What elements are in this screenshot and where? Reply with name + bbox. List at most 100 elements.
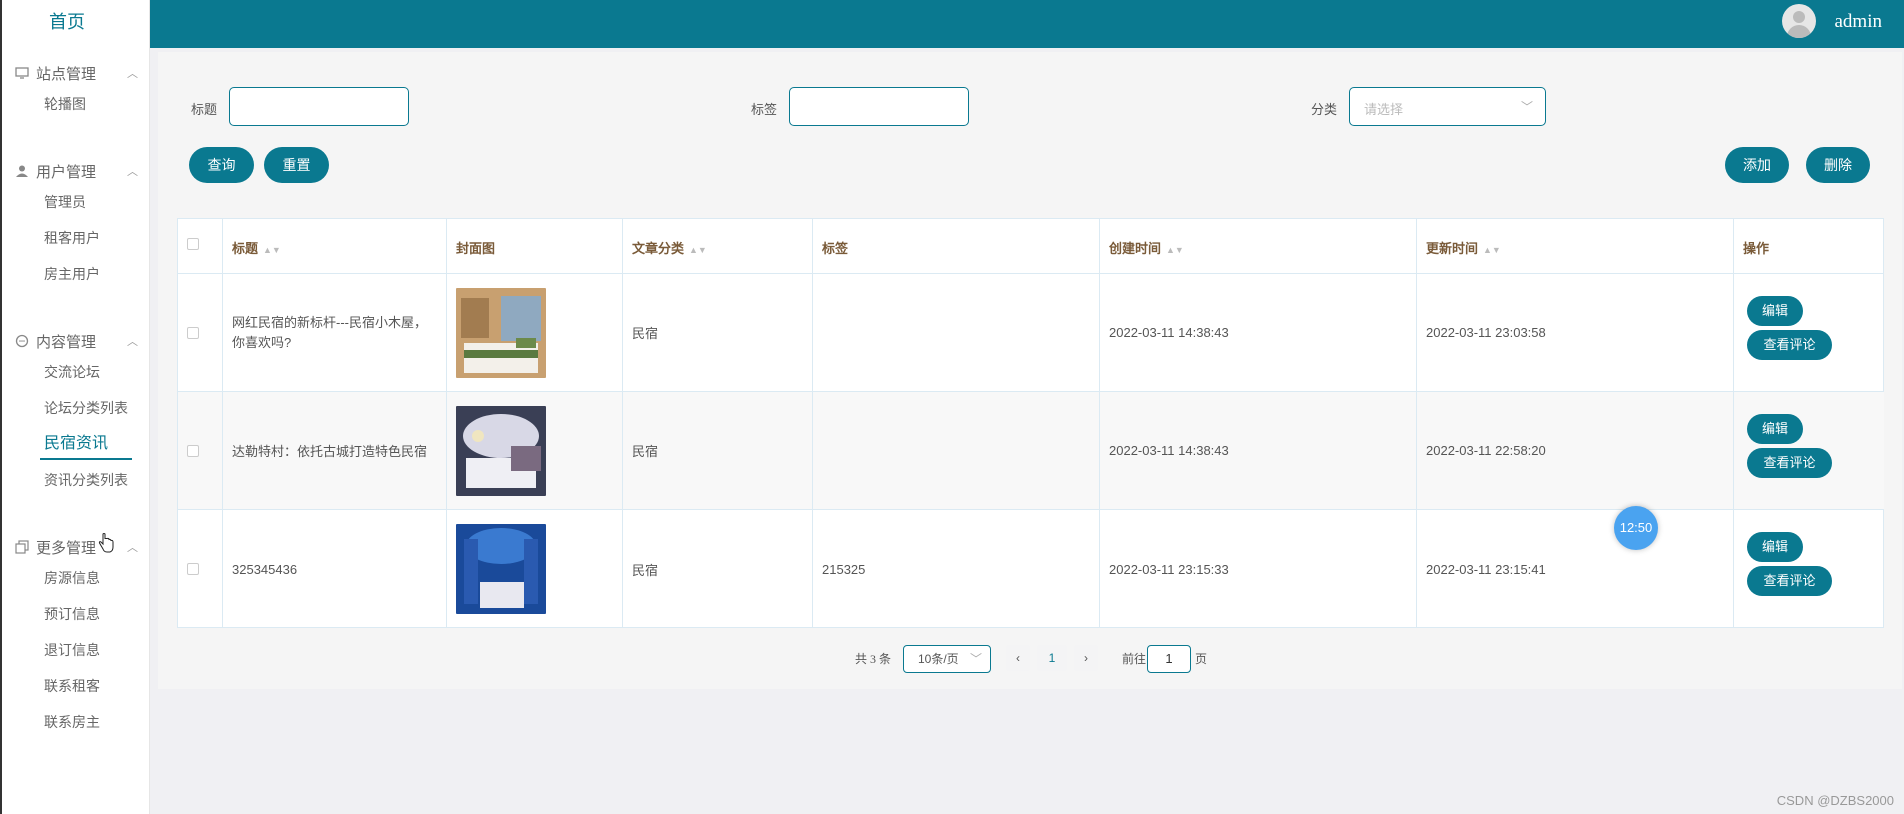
- table-cell-updated: 2022-03-11 22:58:20: [1417, 392, 1734, 510]
- cover-image[interactable]: [456, 524, 546, 614]
- cover-image[interactable]: [456, 405, 546, 496]
- category-select-placeholder: 请选择: [1364, 102, 1404, 117]
- table-cell-updated: 2022-03-11 23:03:58: [1417, 274, 1734, 392]
- goto-page-input[interactable]: 1: [1147, 645, 1191, 673]
- title-filter-input[interactable]: [229, 87, 409, 126]
- pagination-total: 共 3 条: [855, 652, 892, 666]
- sidebar-item-forum-categories[interactable]: 论坛分类列表: [2, 390, 152, 426]
- table-cell-created: 2022-03-11 14:38:43: [1100, 274, 1417, 392]
- row-checkbox[interactable]: [187, 444, 199, 457]
- menu-group-site-label: 站点管理: [36, 65, 97, 83]
- sidebar-item-homestay-news[interactable]: 民宿资讯: [2, 426, 152, 462]
- menu-group-site-head[interactable]: 站点管理 ︿: [2, 60, 152, 86]
- sidebar-item-admins[interactable]: 管理员: [2, 184, 152, 220]
- table-cell-category: 民宿: [623, 274, 813, 392]
- tag-filter-input[interactable]: [789, 87, 969, 126]
- prev-page-button[interactable]: ‹: [1006, 645, 1030, 671]
- next-page-button[interactable]: ›: [1074, 645, 1098, 671]
- sidebar-item-contact-tenant[interactable]: 联系租客: [2, 668, 152, 704]
- table-row-checkbox-cell: [178, 274, 223, 392]
- watermark: CSDN @DZBS2000: [1776, 793, 1894, 808]
- chevron-down-icon: ﹀: [969, 652, 982, 666]
- table-cell-tag: 215325: [813, 510, 1100, 628]
- table-cell-category: 民宿: [623, 392, 813, 510]
- home-link[interactable]: 首页: [2, 8, 132, 34]
- table-cell-cover: [447, 392, 623, 510]
- table-cell-cover: [447, 274, 623, 392]
- goto-prefix: 前往: [1122, 652, 1147, 666]
- user-icon: [14, 163, 30, 179]
- column-header-updated[interactable]: 更新时间 ▲▼: [1417, 219, 1734, 274]
- column-header-tag: 标签: [813, 219, 1100, 274]
- view-comments-button[interactable]: 查看评论: [1747, 566, 1832, 596]
- chevron-up-icon: ︿: [127, 166, 138, 178]
- menu-group-content-label: 内容管理: [36, 333, 97, 351]
- column-header-category[interactable]: 文章分类 ▲▼: [623, 219, 813, 274]
- select-all-checkbox[interactable]: [187, 238, 199, 250]
- table-cell-title: 网红民宿的新标杆---民宿小木屋，你喜欢吗?: [223, 274, 447, 392]
- table-cell-title: 达勒特村：依托古城打造特色民宿: [223, 392, 447, 510]
- chevron-up-icon: ︿: [127, 68, 138, 80]
- delete-button[interactable]: 删除: [1806, 147, 1870, 183]
- sort-icon: ▲▼: [1483, 245, 1501, 255]
- view-comments-button[interactable]: 查看评论: [1747, 448, 1832, 478]
- table-cell-cover: [447, 510, 623, 628]
- edit-button[interactable]: 编辑: [1747, 414, 1803, 444]
- table-row-checkbox-cell: [178, 510, 223, 628]
- column-header-title[interactable]: 标题 ▲▼: [223, 219, 447, 274]
- sidebar-item-tenants[interactable]: 租客用户: [2, 220, 152, 256]
- menu-group-site: 站点管理 ︿ 轮播图: [2, 60, 152, 122]
- sidebar-item-carousel[interactable]: 轮播图: [2, 86, 152, 122]
- table-cell-actions: 编辑 查看评论: [1734, 274, 1884, 392]
- chevron-up-icon: ︿: [127, 336, 138, 348]
- menu-group-more-head[interactable]: 更多管理 ︿: [2, 534, 152, 560]
- menu-group-more: 更多管理 ︿ 房源信息 预订信息 退订信息 联系租客 联系房主: [2, 534, 152, 740]
- reset-button[interactable]: 重置: [264, 147, 329, 183]
- sidebar-item-bookings[interactable]: 预订信息: [2, 596, 152, 632]
- chat-icon: [14, 333, 30, 349]
- avatar[interactable]: [1782, 4, 1816, 38]
- copy-icon: [14, 539, 30, 555]
- row-checkbox[interactable]: [187, 563, 199, 575]
- view-comments-button[interactable]: 查看评论: [1747, 330, 1832, 360]
- menu-group-users: 用户管理 ︿ 管理员 租客用户 房主用户: [2, 158, 152, 292]
- sidebar: 首页 站点管理 ︿ 轮播图 用户管理 ︿ 管理员 租客用户 房主用户 内容管理 …: [0, 0, 150, 814]
- category-select[interactable]: 请选择 ﹀: [1349, 87, 1546, 126]
- sidebar-item-cancellations[interactable]: 退订信息: [2, 632, 152, 668]
- menu-group-users-head[interactable]: 用户管理 ︿: [2, 158, 152, 184]
- add-button[interactable]: 添加: [1725, 147, 1789, 183]
- table-cell-actions: 编辑 查看评论: [1734, 510, 1884, 628]
- top-bar: admin: [150, 0, 1904, 48]
- sidebar-item-contact-landlord[interactable]: 联系房主: [2, 704, 152, 740]
- title-filter-label: 标题: [191, 102, 218, 117]
- sidebar-item-listings[interactable]: 房源信息: [2, 560, 152, 596]
- column-header-cover: 封面图: [447, 219, 623, 274]
- table-cell-actions: 编辑 查看评论: [1734, 392, 1884, 510]
- table-row-checkbox-cell: [178, 392, 223, 510]
- query-button[interactable]: 查询: [189, 147, 254, 183]
- column-header-actions: 操作: [1734, 219, 1884, 274]
- chevron-down-icon: ﹀: [1520, 100, 1533, 114]
- menu-group-content-head[interactable]: 内容管理 ︿: [2, 328, 152, 354]
- chevron-up-icon: ︿: [127, 542, 138, 554]
- table-cell-tag: [813, 392, 1100, 510]
- page-number-current[interactable]: 1: [1037, 645, 1067, 671]
- sidebar-item-forum[interactable]: 交流论坛: [2, 354, 152, 390]
- sort-icon: ▲▼: [1166, 245, 1184, 255]
- sidebar-item-landlords[interactable]: 房主用户: [2, 256, 152, 292]
- table-cell-created: 2022-03-11 23:15:33: [1100, 510, 1417, 628]
- cover-image[interactable]: [456, 287, 546, 378]
- edit-button[interactable]: 编辑: [1747, 532, 1803, 562]
- username[interactable]: admin: [1835, 11, 1883, 33]
- select-all-cell: [178, 219, 223, 274]
- sort-icon: ▲▼: [689, 245, 707, 255]
- sort-icon: ▲▼: [263, 245, 281, 255]
- edit-button[interactable]: 编辑: [1747, 296, 1803, 326]
- sidebar-item-news-categories[interactable]: 资讯分类列表: [2, 462, 152, 498]
- monitor-icon: [14, 65, 30, 81]
- menu-group-more-label: 更多管理: [36, 539, 97, 557]
- page-size-select[interactable]: 10条/页 ﹀: [903, 645, 991, 673]
- hand-cursor-icon: [98, 533, 114, 559]
- row-checkbox[interactable]: [187, 326, 199, 339]
- column-header-created[interactable]: 创建时间 ▲▼: [1100, 219, 1417, 274]
